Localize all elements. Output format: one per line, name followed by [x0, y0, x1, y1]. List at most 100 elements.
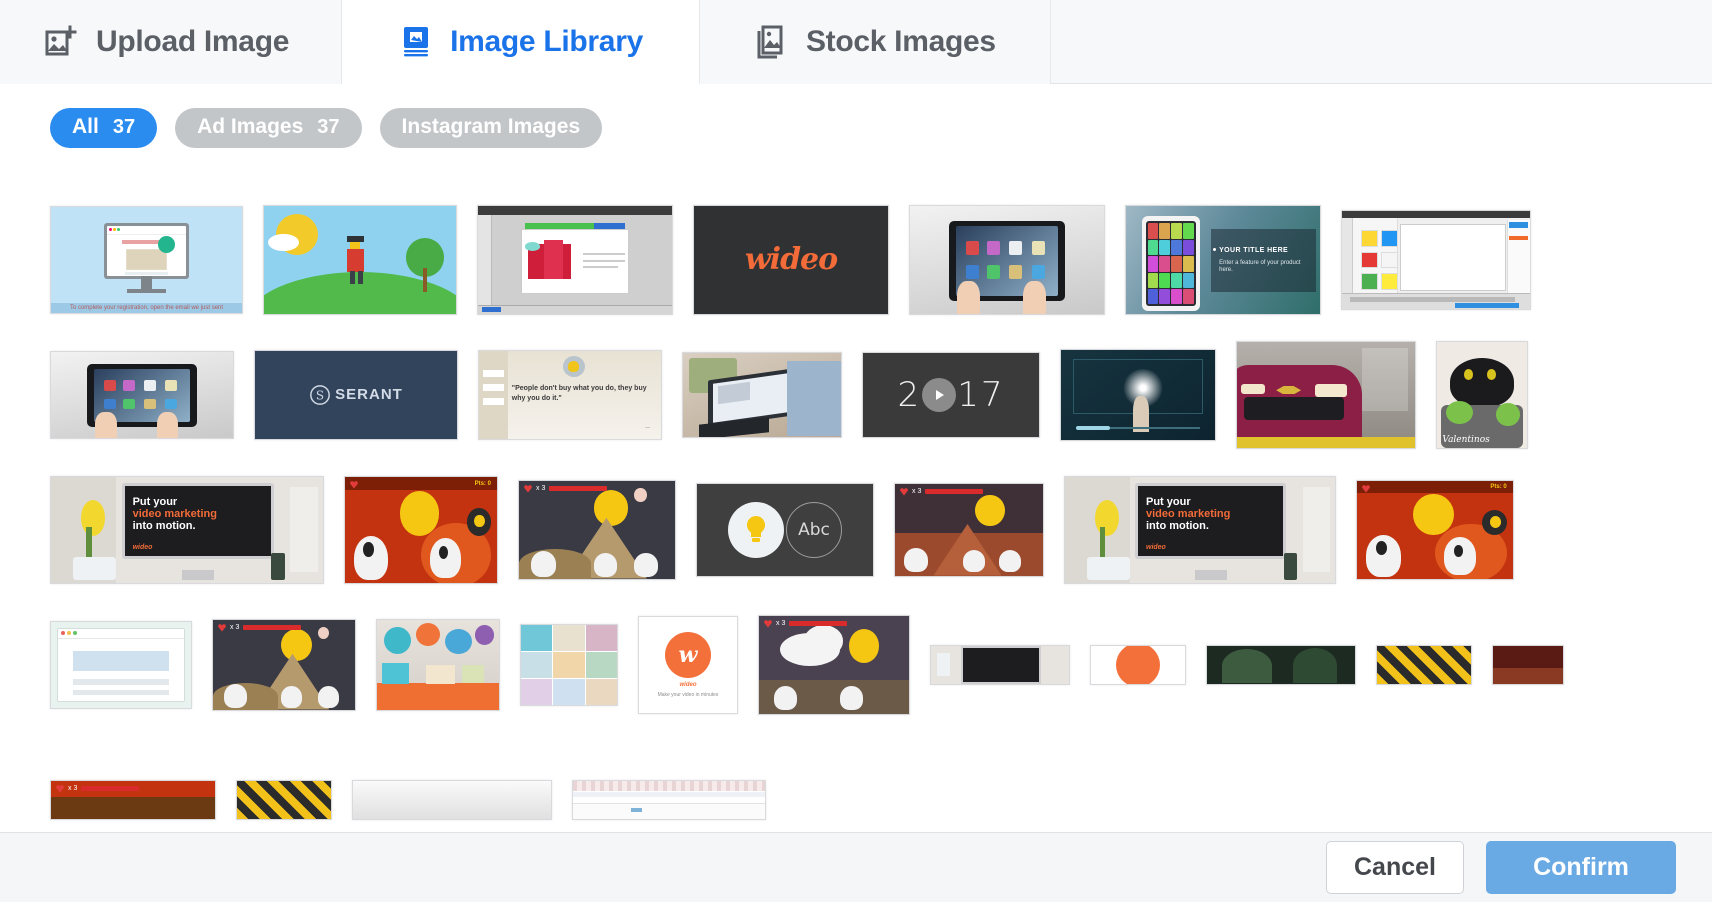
- image-grid-cell[interactable]: S SERANT: [244, 327, 468, 462]
- image-grid-cell[interactable]: Pts: 0: [1346, 462, 1524, 597]
- image-grid-cell[interactable]: [40, 597, 202, 732]
- filter-pill-ad-images[interactable]: Ad Images 37: [175, 108, 362, 149]
- image-grid: To complete your registration, open the …: [0, 170, 1712, 832]
- image-thumbnail[interactable]: To complete your registration, open the …: [50, 205, 243, 314]
- tab-stock-images[interactable]: Stock Images: [699, 0, 1051, 84]
- tab-bar-filler: [1050, 0, 1712, 84]
- image-thumbnail[interactable]: [376, 618, 500, 711]
- image-thumbnail[interactable]: 2 17: [862, 351, 1040, 438]
- image-grid-cell[interactable]: Pts: 0: [334, 462, 508, 597]
- image-grid-cell[interactable]: "People don't buy what you do, they buy …: [468, 327, 672, 462]
- image-thumbnail[interactable]: x 3: [894, 482, 1044, 577]
- tab-stock-images-label: Stock Images: [805, 25, 996, 58]
- image-thumbnail[interactable]: [1206, 644, 1356, 685]
- image-grid-cell[interactable]: Put your video marketing into motion. wi…: [40, 462, 334, 597]
- image-thumbnail[interactable]: [1236, 340, 1416, 449]
- image-grid-cell[interactable]: x 3: [40, 732, 226, 832]
- image-grid-cell[interactable]: [253, 192, 467, 327]
- image-thumbnail[interactable]: w wideo Make your video in minutes: [638, 615, 738, 714]
- image-thumbnail[interactable]: [1090, 644, 1186, 685]
- image-grid-cell[interactable]: YOUR TITLE HERE Enter a feature of your …: [1115, 192, 1331, 327]
- image-grid-cell[interactable]: [1226, 327, 1426, 462]
- image-grid-cell[interactable]: [562, 732, 776, 832]
- image-thumbnail[interactable]: [1060, 348, 1216, 441]
- image-grid-cell[interactable]: [899, 192, 1115, 327]
- image-thumbnail[interactable]: [520, 623, 618, 706]
- image-grid-cell[interactable]: Abc: [686, 462, 884, 597]
- image-grid-scroll-area[interactable]: To complete your registration, open the …: [0, 170, 1712, 832]
- image-thumbnail[interactable]: Put your video marketing into motion. wi…: [50, 475, 324, 584]
- image-book-icon: [398, 24, 434, 60]
- image-grid-cell[interactable]: [467, 192, 683, 327]
- image-grid-cell[interactable]: [226, 732, 342, 832]
- filter-bar: All 37 Ad Images 37 Instagram Images: [0, 84, 1712, 172]
- image-thumbnail[interactable]: YOUR TITLE HERE Enter a feature of your …: [1125, 204, 1321, 315]
- filter-pill-all[interactable]: All 37: [50, 108, 158, 149]
- image-thumbnail[interactable]: [1376, 644, 1472, 685]
- image-thumbnail[interactable]: [263, 204, 457, 315]
- image-thumbnail[interactable]: Valentinos: [1436, 340, 1528, 449]
- tab-upload-image[interactable]: Upload Image: [0, 0, 343, 84]
- image-thumbnail[interactable]: x 3: [212, 618, 356, 711]
- image-picker-dialog: Upload Image Image Library Stock Images …: [0, 0, 1712, 902]
- image-grid-cell[interactable]: [1366, 597, 1482, 732]
- image-thumbnail[interactable]: [352, 779, 552, 820]
- game-hud: x 3: [524, 484, 608, 493]
- image-grid-cell[interactable]: [1080, 597, 1196, 732]
- image-grid-cell[interactable]: wideo: [683, 192, 899, 327]
- image-thumbnail[interactable]: [909, 204, 1105, 315]
- filter-pill-instagram-images-label: Instagram Images: [401, 115, 581, 138]
- filter-pill-instagram-images[interactable]: Instagram Images: [379, 108, 603, 149]
- image-thumbnail[interactable]: x 3: [758, 614, 910, 715]
- image-grid-cell[interactable]: [366, 597, 510, 732]
- image-grid-cell[interactable]: Valentinos: [1426, 327, 1538, 462]
- image-grid-cell[interactable]: [1196, 597, 1366, 732]
- tab-bar: Upload Image Image Library Stock Images: [0, 0, 1712, 84]
- image-grid-cell[interactable]: Put your video marketing into motion. wi…: [1054, 462, 1346, 597]
- image-grid-cell[interactable]: w wideo Make your video in minutes: [628, 597, 748, 732]
- image-thumbnail[interactable]: S SERANT: [254, 349, 458, 440]
- image-thumbnail[interactable]: Pts: 0: [344, 475, 498, 584]
- image-grid-cell[interactable]: To complete your registration, open the …: [40, 192, 253, 327]
- game-hud: [350, 480, 358, 489]
- image-grid-cell[interactable]: [1482, 597, 1574, 732]
- image-grid-cell[interactable]: 2 17: [852, 327, 1050, 462]
- image-grid-cell[interactable]: [40, 327, 244, 462]
- image-thumbnail[interactable]: [50, 350, 234, 439]
- image-grid-cell[interactable]: x 3: [202, 597, 366, 732]
- image-thumbnail[interactable]: [477, 204, 673, 315]
- image-thumbnail[interactable]: Pts: 0: [1356, 479, 1514, 580]
- image-thumbnail[interactable]: [236, 779, 332, 820]
- image-thumbnail[interactable]: [572, 779, 766, 820]
- confirm-button[interactable]: Confirm: [1486, 841, 1676, 894]
- image-thumbnail[interactable]: "People don't buy what you do, they buy …: [478, 349, 662, 440]
- image-thumbnail[interactable]: x 3: [50, 779, 216, 820]
- image-thumbnail[interactable]: Abc: [696, 482, 874, 577]
- image-thumbnail[interactable]: [1492, 644, 1564, 685]
- image-stack-icon: [754, 24, 790, 60]
- image-thumbnail[interactable]: Put your video marketing into motion. wi…: [1064, 475, 1336, 584]
- game-hud: [1362, 484, 1370, 493]
- cancel-button[interactable]: Cancel: [1326, 841, 1464, 894]
- image-thumbnail[interactable]: x 3: [518, 479, 676, 580]
- tab-image-library[interactable]: Image Library: [342, 0, 700, 84]
- image-grid-cell[interactable]: [1331, 192, 1541, 327]
- image-grid-cell[interactable]: [342, 732, 562, 832]
- image-thumbnail[interactable]: [682, 351, 842, 438]
- dialog-footer: Cancel Confirm: [0, 832, 1712, 902]
- image-thumbnail[interactable]: [50, 620, 192, 709]
- image-grid-cell[interactable]: [920, 597, 1080, 732]
- image-thumbnail[interactable]: [930, 644, 1070, 685]
- tab-upload-image-label: Upload Image: [96, 25, 290, 58]
- image-grid-cell[interactable]: [672, 327, 852, 462]
- image-grid-cell[interactable]: [1050, 327, 1226, 462]
- image-grid-cell[interactable]: [510, 597, 628, 732]
- image-thumbnail[interactable]: wideo: [693, 204, 889, 315]
- tab-image-library-label: Image Library: [450, 24, 643, 58]
- image-grid-cell[interactable]: x 3: [508, 462, 686, 597]
- game-hud: x 3: [218, 623, 302, 632]
- image-grid-cell[interactable]: x 3: [884, 462, 1054, 597]
- image-grid-cell[interactable]: x 3: [748, 597, 920, 732]
- filter-pill-ad-images-count: 37: [317, 116, 340, 138]
- image-thumbnail[interactable]: [1341, 209, 1531, 310]
